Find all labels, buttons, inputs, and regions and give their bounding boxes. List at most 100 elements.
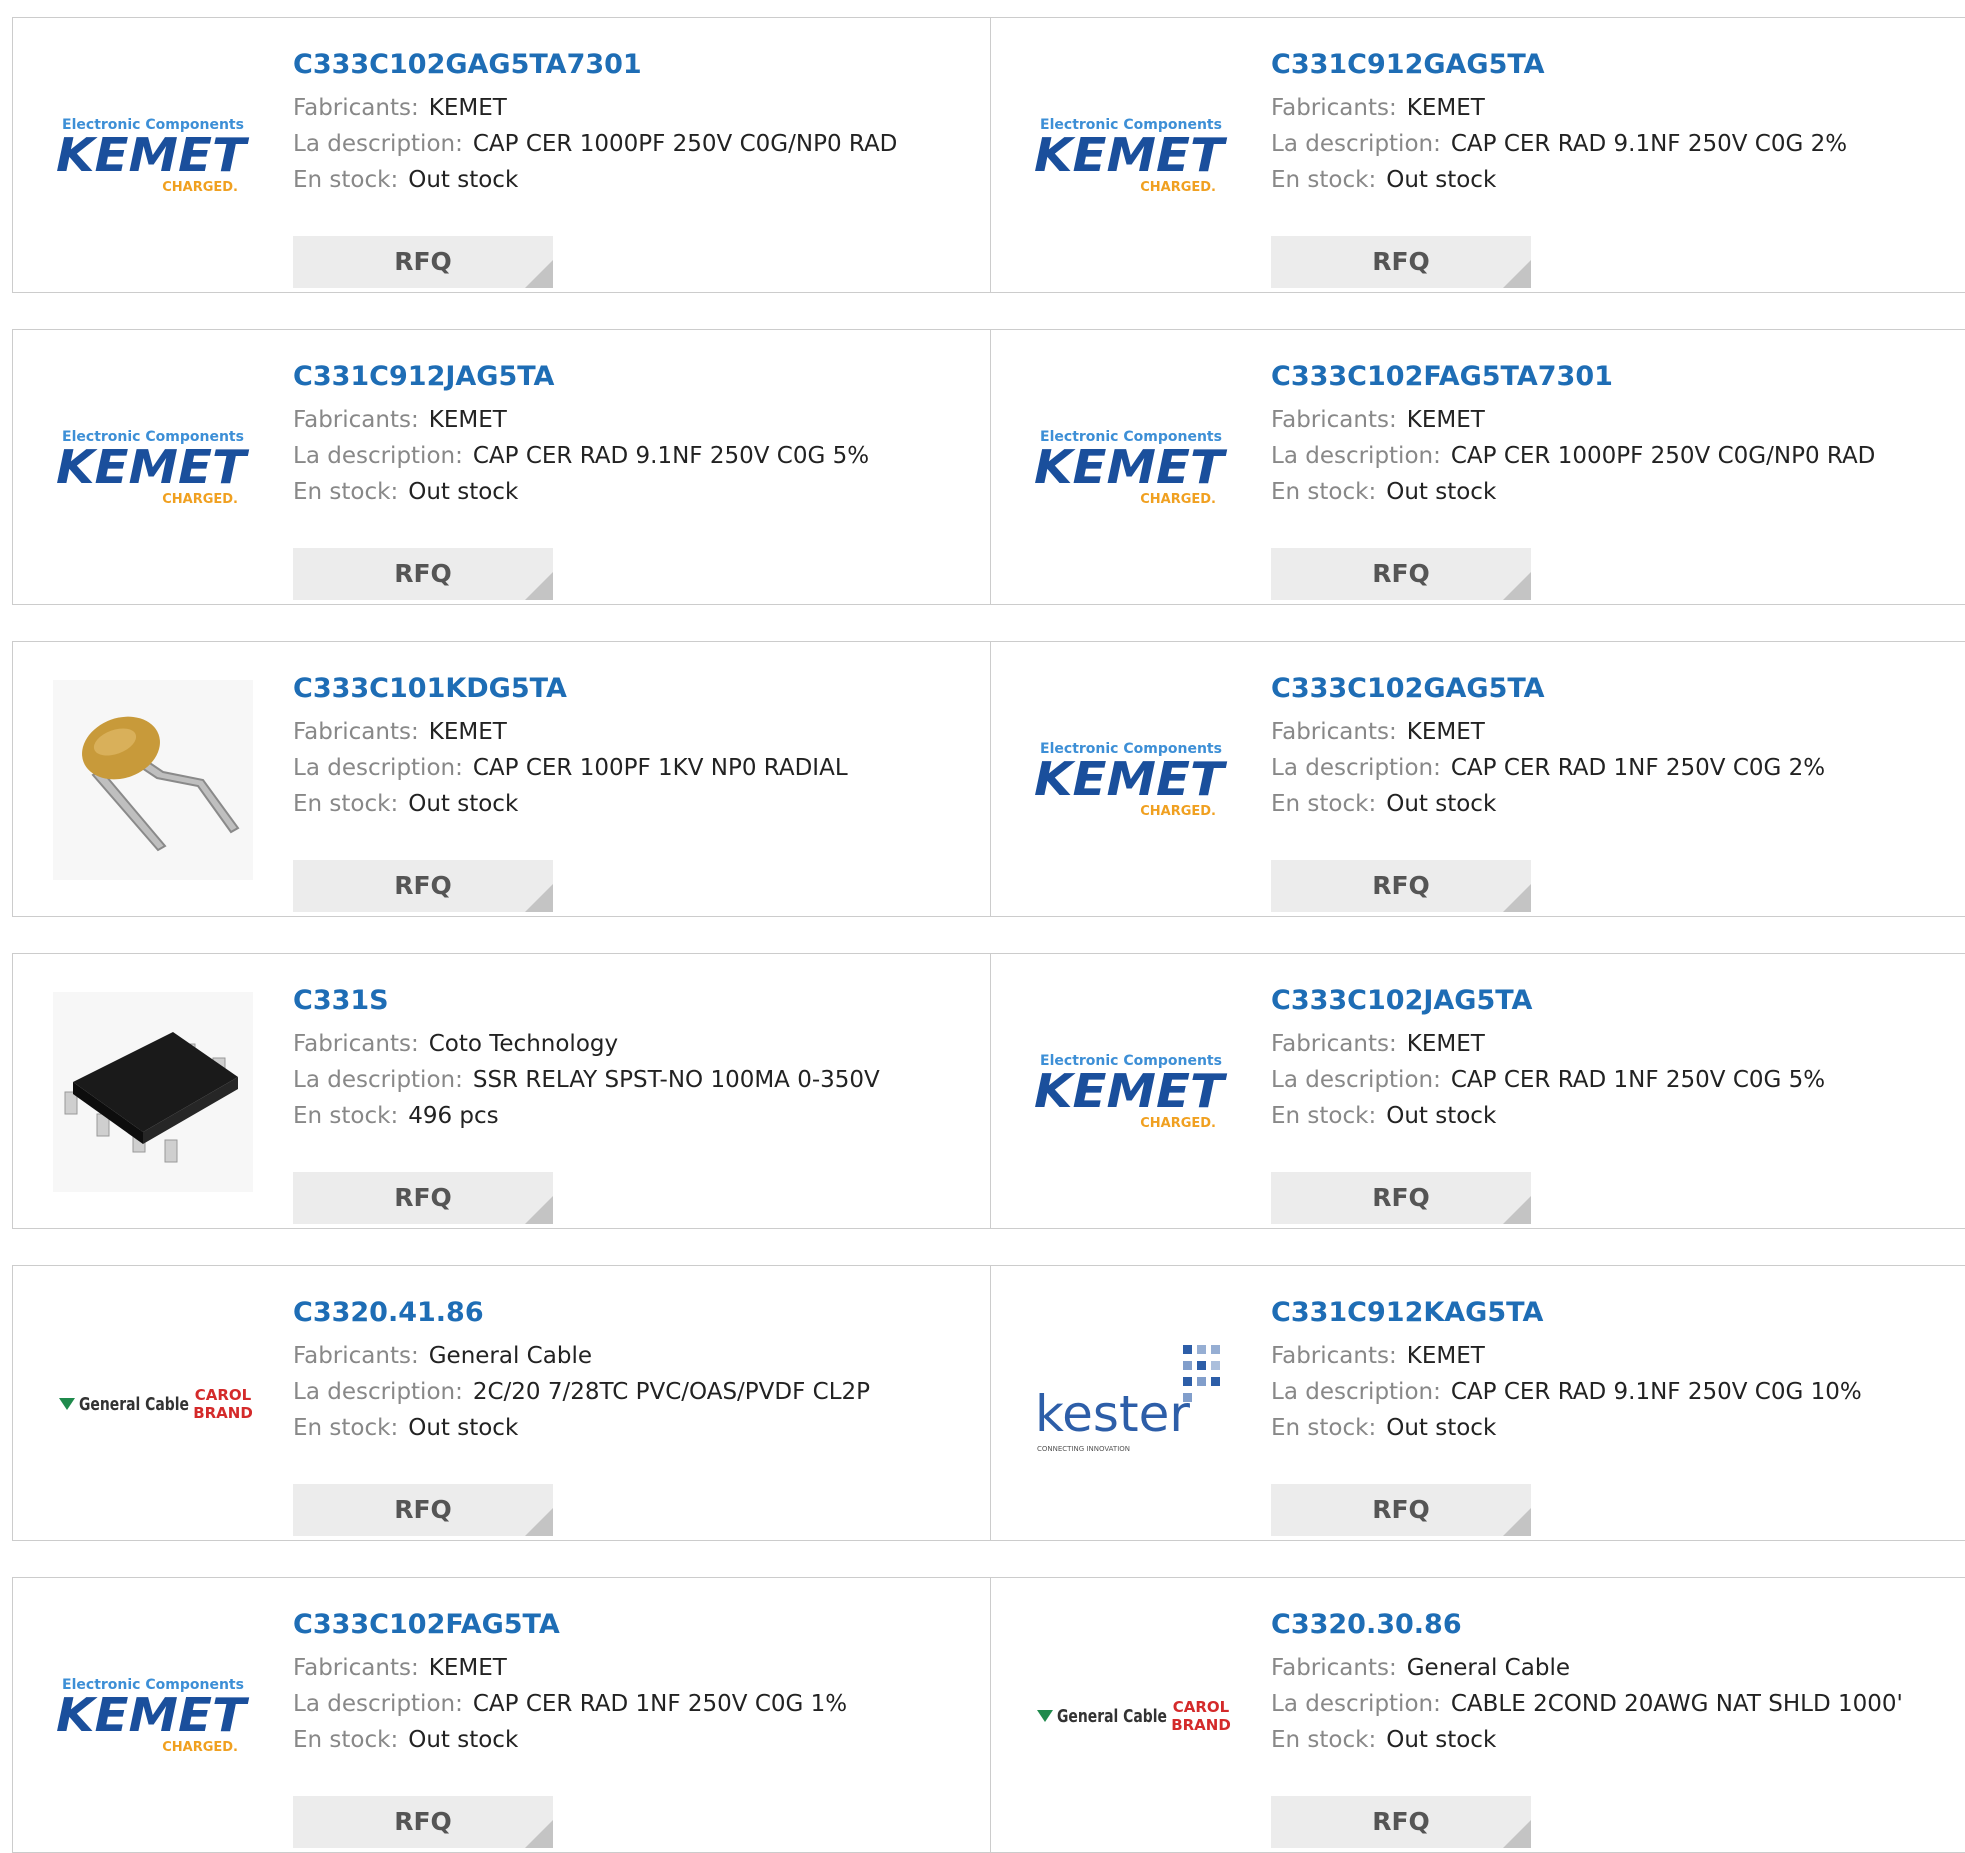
manufacturer-label: Fabricants: (1271, 95, 1397, 121)
description-value: CAP CER 1000PF 250V C0G/NP0 RAD (1450, 443, 1876, 469)
product-card: Electronic Components KEMET CHARGED. C33… (13, 330, 991, 604)
kester-wordmark: kester (1035, 1385, 1190, 1443)
description-label: La description: (1271, 443, 1441, 469)
product-info: C3320.41.86 Fabricants: General Cable La … (293, 1296, 973, 1536)
part-number-link[interactable]: C333C102FAG5TA (293, 1608, 973, 1642)
stock-label: En stock: (1271, 479, 1377, 505)
kemet-logo: Electronic Components KEMET CHARGED. (53, 368, 253, 568)
manufacturer-label: Fabricants: (1271, 1031, 1397, 1057)
description-row: La description: CAP CER RAD 9.1NF 250V C0… (293, 438, 973, 474)
corner-triangle-icon (525, 260, 553, 288)
description-value: CABLE 2COND 20AWG NAT SHLD 1000' (1450, 1691, 1903, 1717)
product-row: C331S Fabricants: Coto Technology La desc… (12, 953, 1965, 1229)
rfq-label: RFQ (394, 559, 452, 588)
part-number-link[interactable]: C333C102GAG5TA7301 (293, 48, 973, 82)
rfq-button[interactable]: RFQ (293, 860, 553, 912)
product-card: C333C101KDG5TA Fabricants: KEMET La descr… (13, 642, 991, 916)
product-row: Electronic Components KEMET CHARGED. C33… (12, 1577, 1965, 1853)
manufacturer-value: Coto Technology (428, 1031, 619, 1057)
rfq-button[interactable]: RFQ (1271, 548, 1531, 600)
rfq-label: RFQ (1372, 1183, 1430, 1212)
part-number-link[interactable]: C333C102JAG5TA (1271, 984, 1951, 1018)
kemet-wordmark: KEMET (1034, 128, 1228, 182)
kemet-wordmark: KEMET (1034, 1064, 1228, 1118)
part-number-link[interactable]: C331S (293, 984, 973, 1018)
product-card: Electronic Components KEMET CHARGED. C33… (991, 18, 1965, 292)
product-card: C331S Fabricants: Coto Technology La desc… (13, 954, 991, 1228)
capacitor-photo (53, 680, 253, 880)
rfq-button[interactable]: RFQ (1271, 860, 1531, 912)
rfq-button[interactable]: RFQ (1271, 236, 1531, 288)
rfq-button[interactable]: RFQ (293, 236, 553, 288)
stock-row: En stock: Out stock (1271, 162, 1951, 198)
stock-label: En stock: (293, 167, 399, 193)
description-label: La description: (1271, 1379, 1441, 1405)
kemet-logo: Electronic Components KEMET CHARGED. (53, 1616, 253, 1816)
relay-chip-photo (53, 992, 253, 1192)
carol-line2: BRAND (193, 1404, 253, 1422)
manufacturer-label: Fabricants: (293, 95, 419, 121)
manufacturer-value: KEMET (1406, 95, 1485, 121)
description-value: CAP CER RAD 9.1NF 250V C0G 10% (1450, 1379, 1862, 1405)
manufacturer-row: Fabricants: KEMET (293, 90, 973, 126)
rfq-button[interactable]: RFQ (293, 1484, 553, 1536)
manufacturer-label: Fabricants: (293, 1343, 419, 1369)
stock-row: En stock: Out stock (293, 786, 973, 822)
kemet-wordmark: KEMET (56, 1688, 250, 1742)
product-info: C333C102FAG5TA7301 Fabricants: KEMET La d… (1271, 360, 1951, 600)
product-info: C331C912JAG5TA Fabricants: KEMET La descr… (293, 360, 973, 600)
part-number-link[interactable]: C3320.41.86 (293, 1296, 973, 1330)
corner-triangle-icon (525, 884, 553, 912)
stock-value: Out stock (408, 1727, 519, 1753)
part-number-link[interactable]: C3320.30.86 (1271, 1608, 1951, 1642)
description-row: La description: CAP CER 1000PF 250V C0G/N… (1271, 438, 1951, 474)
stock-value: Out stock (1386, 479, 1497, 505)
rfq-button[interactable]: RFQ (1271, 1796, 1531, 1848)
kemet-wordmark: KEMET (1034, 440, 1228, 494)
part-number-link[interactable]: C333C102GAG5TA (1271, 672, 1951, 706)
stock-row: En stock: Out stock (1271, 1098, 1951, 1134)
rfq-label: RFQ (394, 1495, 452, 1524)
product-card: Electronic Components KEMET CHARGED. C33… (13, 18, 991, 292)
part-number-link[interactable]: C331C912KAG5TA (1271, 1296, 1951, 1330)
product-card: Electronic Components KEMET CHARGED. C33… (991, 330, 1965, 604)
rfq-label: RFQ (1372, 247, 1430, 276)
manufacturer-value: General Cable (428, 1343, 592, 1369)
corner-triangle-icon (1503, 1820, 1531, 1848)
part-number-link[interactable]: C333C101KDG5TA (293, 672, 973, 706)
manufacturer-value: KEMET (1406, 1031, 1485, 1057)
stock-value: Out stock (1386, 1103, 1497, 1129)
product-info: C333C102JAG5TA Fabricants: KEMET La descr… (1271, 984, 1951, 1224)
manufacturer-label: Fabricants: (1271, 1655, 1397, 1681)
manufacturer-row: Fabricants: Coto Technology (293, 1026, 973, 1062)
description-row: La description: 2C/20 7/28TC PVC/OAS/PVDF… (293, 1374, 973, 1410)
stock-row: En stock: Out stock (1271, 1410, 1951, 1446)
rfq-button[interactable]: RFQ (293, 1796, 553, 1848)
stock-value: Out stock (1386, 791, 1497, 817)
product-info: C333C102FAG5TA Fabricants: KEMET La descr… (293, 1608, 973, 1848)
stock-label: En stock: (293, 791, 399, 817)
part-number-link[interactable]: C331C912JAG5TA (293, 360, 973, 394)
part-number-link[interactable]: C331C912GAG5TA (1271, 48, 1951, 82)
product-card: General Cable CAROL BRAND C3320.41.86 Fa… (13, 1266, 991, 1540)
product-info: C331S Fabricants: Coto Technology La desc… (293, 984, 973, 1224)
part-number-link[interactable]: C333C102FAG5TA7301 (1271, 360, 1951, 394)
kemet-charged: CHARGED. (162, 492, 238, 507)
corner-triangle-icon (1503, 572, 1531, 600)
rfq-button[interactable]: RFQ (293, 548, 553, 600)
product-info: C333C102GAG5TA7301 Fabricants: KEMET La d… (293, 48, 973, 288)
stock-row: En stock: 496 pcs (293, 1098, 973, 1134)
rfq-button[interactable]: RFQ (1271, 1172, 1531, 1224)
stock-row: En stock: Out stock (293, 162, 973, 198)
manufacturer-value: KEMET (428, 1655, 507, 1681)
stock-row: En stock: Out stock (1271, 786, 1951, 822)
manufacturer-label: Fabricants: (1271, 407, 1397, 433)
corner-triangle-icon (525, 1820, 553, 1848)
rfq-label: RFQ (1372, 1807, 1430, 1836)
manufacturer-row: Fabricants: KEMET (293, 714, 973, 750)
stock-label: En stock: (1271, 167, 1377, 193)
stock-row: En stock: Out stock (1271, 1722, 1951, 1758)
description-row: La description: CAP CER RAD 9.1NF 250V C0… (1271, 126, 1951, 162)
rfq-button[interactable]: RFQ (293, 1172, 553, 1224)
rfq-button[interactable]: RFQ (1271, 1484, 1531, 1536)
